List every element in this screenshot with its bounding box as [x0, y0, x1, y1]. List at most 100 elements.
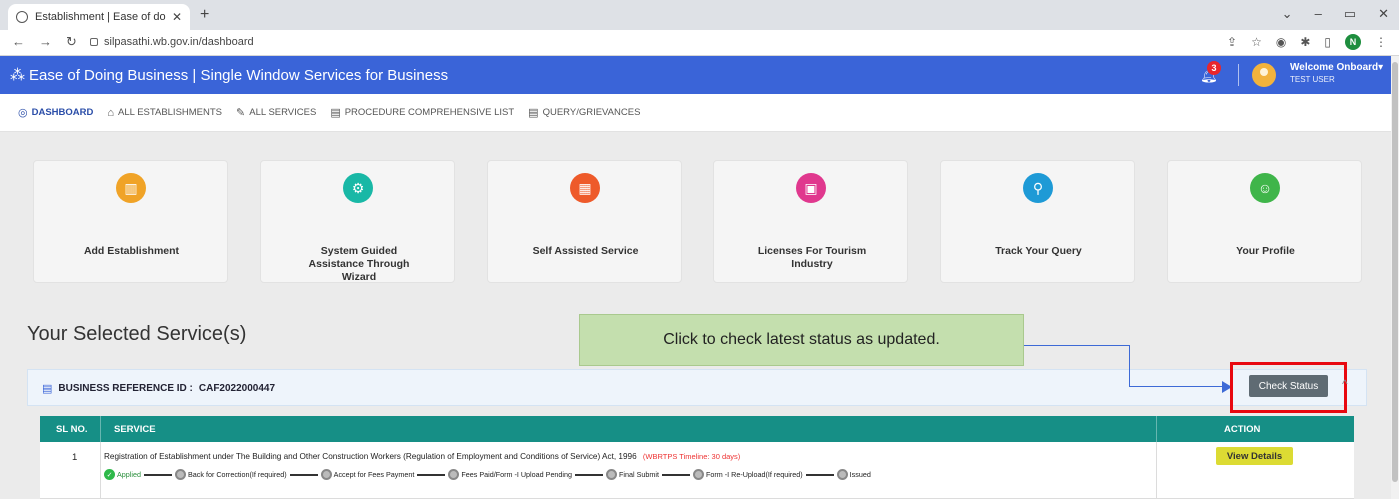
scrollbar-thumb[interactable]: [1392, 62, 1398, 482]
chevron-down-icon[interactable]: ⌄: [1282, 6, 1293, 22]
address-bar: ← → ↻ silpasathi.wb.gov.in/dashboard ⇪ ☆…: [0, 30, 1399, 56]
row-sl: 1: [72, 452, 78, 463]
star-icon[interactable]: ☆: [1251, 35, 1262, 49]
header-divider: [1238, 64, 1239, 86]
circle-icon: [606, 469, 618, 480]
service-text: Registration of Establishment under The …: [104, 452, 637, 461]
card-label: Your Profile: [1236, 245, 1295, 257]
user-icon: ☺: [1250, 173, 1280, 203]
step-final-submit: Final Submit: [606, 469, 659, 480]
chevron-up-icon[interactable]: ^: [1342, 377, 1348, 391]
browser-tab[interactable]: Establishment | Ease of doing bu ✕: [8, 4, 190, 30]
main-menu: ◎ DASHBOARD ⌂ ALL ESTABLISHMENTS ✎ ALL S…: [0, 94, 1391, 132]
dashboard-icon: ◎: [18, 107, 28, 119]
minimize-icon[interactable]: –: [1315, 6, 1322, 22]
card-self-assisted-service[interactable]: ▦ Self Assisted Service: [487, 160, 682, 283]
app-header: ⁂ Ease of Doing Business | Single Window…: [0, 56, 1391, 94]
grid-icon: ▦: [570, 173, 600, 203]
gear-icon: ⚙︎: [343, 173, 373, 203]
circle-icon: [174, 469, 186, 480]
reference-label: BUSINESS REFERENCE ID :: [58, 383, 193, 394]
section-title: Your Selected Service(s): [27, 323, 247, 345]
avatar[interactable]: [1252, 63, 1276, 87]
close-tab-icon[interactable]: ✕: [172, 10, 182, 24]
menu-label: ALL ESTABLISHMENTS: [118, 107, 223, 118]
network-icon: ⁂: [10, 67, 25, 84]
card-label: Add Establishment: [83, 245, 180, 257]
menu-all-establishments[interactable]: ⌂ ALL ESTABLISHMENTS: [107, 106, 222, 119]
check-status-button[interactable]: Check Status: [1249, 375, 1328, 397]
reload-icon[interactable]: ↻: [66, 34, 77, 50]
list-icon: ▤: [528, 107, 539, 119]
sidepanel-icon[interactable]: ▯: [1324, 35, 1331, 49]
card-tourism-licenses[interactable]: ▣ Licenses For Tourism Industry: [713, 160, 908, 283]
view-details-button[interactable]: View Details: [1216, 447, 1293, 465]
step-label: Applied: [117, 470, 141, 479]
lock-icon[interactable]: [90, 38, 98, 46]
browser-tab-bar: Establishment | Ease of doing bu ✕ + ⌄ –…: [0, 0, 1399, 30]
reference-panel-header: ▤ BUSINESS REFERENCE ID : CAF2022000447: [27, 369, 1367, 406]
timeline-text: (WBRTPS Timeline: 30 days): [642, 452, 741, 461]
window-controls: ⌄ – ▭ ✕: [1282, 6, 1389, 22]
kebab-menu-icon[interactable]: ⋮: [1375, 35, 1387, 49]
circle-icon: [692, 469, 704, 480]
building-icon: ▥: [116, 173, 146, 203]
user-menu[interactable]: Welcome Onboard▾ TEST USER: [1290, 62, 1383, 84]
menu-procedure-list[interactable]: ▤ PROCEDURE COMPREHENSIVE LIST: [330, 106, 514, 119]
step-fees-paid: Fees Paid/Form -I Upload Pending: [448, 469, 572, 480]
id-card-icon: ▣: [796, 173, 826, 203]
table-header: SL NO. SERVICE ACTION: [40, 416, 1354, 442]
menu-label: QUERY/GRIEVANCES: [542, 107, 641, 118]
reference-id: CAF2022000447: [198, 383, 276, 394]
menu-label: DASHBOARD: [31, 107, 94, 118]
connector-line: [1129, 386, 1224, 387]
brand[interactable]: ⁂ Ease of Doing Business | Single Window…: [10, 66, 449, 85]
user-name: TEST USER: [1290, 75, 1335, 84]
globe-icon: [16, 11, 28, 23]
notification-badge: 3: [1207, 61, 1221, 75]
card-add-establishment[interactable]: ▥ Add Establishment: [33, 160, 228, 283]
card-track-query[interactable]: ⚲ Track Your Query: [940, 160, 1135, 283]
status-stepper: ✓ Applied Back for Correction(If require…: [104, 469, 871, 480]
step-accept-fees: Accept for Fees Payment: [320, 469, 414, 480]
step-form-reupload: Form -I Re-Upload(If required): [692, 469, 803, 480]
back-icon[interactable]: ←: [12, 34, 25, 50]
notification-bell-icon[interactable]: 🔔︎ 3: [1200, 61, 1221, 84]
profile-avatar[interactable]: N: [1345, 34, 1361, 50]
service-name: Registration of Establishment under The …: [104, 452, 740, 461]
card-guided-assistance[interactable]: ⚙︎ System Guided Assistance Through Wiza…: [260, 160, 455, 283]
card-label: System Guided Assistance Through Wizard: [308, 245, 410, 283]
step-applied: ✓ Applied: [104, 469, 141, 480]
list-icon: ▤: [330, 107, 341, 119]
circle-icon: [448, 469, 460, 480]
new-tab-icon[interactable]: +: [200, 6, 209, 24]
url-field[interactable]: silpasathi.wb.gov.in/dashboard: [104, 36, 254, 48]
puzzle-icon[interactable]: ✱: [1300, 35, 1310, 49]
tab-title: Establishment | Ease of doing bu: [35, 11, 166, 23]
step-label: Issued: [849, 470, 871, 479]
menu-label: ALL SERVICES: [249, 107, 317, 118]
annotation-callout: Click to check latest status as updated.: [579, 314, 1024, 366]
menu-query-grievances[interactable]: ▤ QUERY/GRIEVANCES: [528, 106, 640, 119]
menu-all-services[interactable]: ✎ ALL SERVICES: [236, 106, 316, 119]
search-icon: ⚲: [1023, 173, 1053, 203]
building-icon: ⌂: [107, 106, 115, 119]
check-circle-icon: ✓: [104, 469, 115, 480]
services-table: SL NO. SERVICE ACTION 1 Registration of …: [40, 416, 1354, 499]
share-icon[interactable]: ⇪: [1227, 35, 1237, 49]
extension-icon[interactable]: ◉: [1276, 35, 1286, 49]
brand-title: Ease of Doing Business | Single Window S…: [29, 66, 449, 84]
card-label: Self Assisted Service: [532, 245, 639, 257]
card-your-profile[interactable]: ☺ Your Profile: [1167, 160, 1362, 283]
forward-icon[interactable]: →: [39, 34, 52, 50]
browser-nav: ← → ↻: [12, 34, 77, 50]
close-icon[interactable]: ✕: [1378, 6, 1389, 22]
list-icon: ▤: [42, 383, 53, 395]
card-label: Licenses For Tourism Industry: [757, 245, 867, 270]
restore-icon[interactable]: ▭: [1344, 6, 1356, 22]
header-action: ACTION: [1224, 424, 1261, 435]
menu-label: PROCEDURE COMPREHENSIVE LIST: [344, 107, 515, 118]
header-sl-no: SL NO.: [56, 424, 88, 435]
page-scrollbar[interactable]: [1391, 56, 1399, 499]
menu-dashboard[interactable]: ◎ DASHBOARD: [18, 106, 93, 119]
